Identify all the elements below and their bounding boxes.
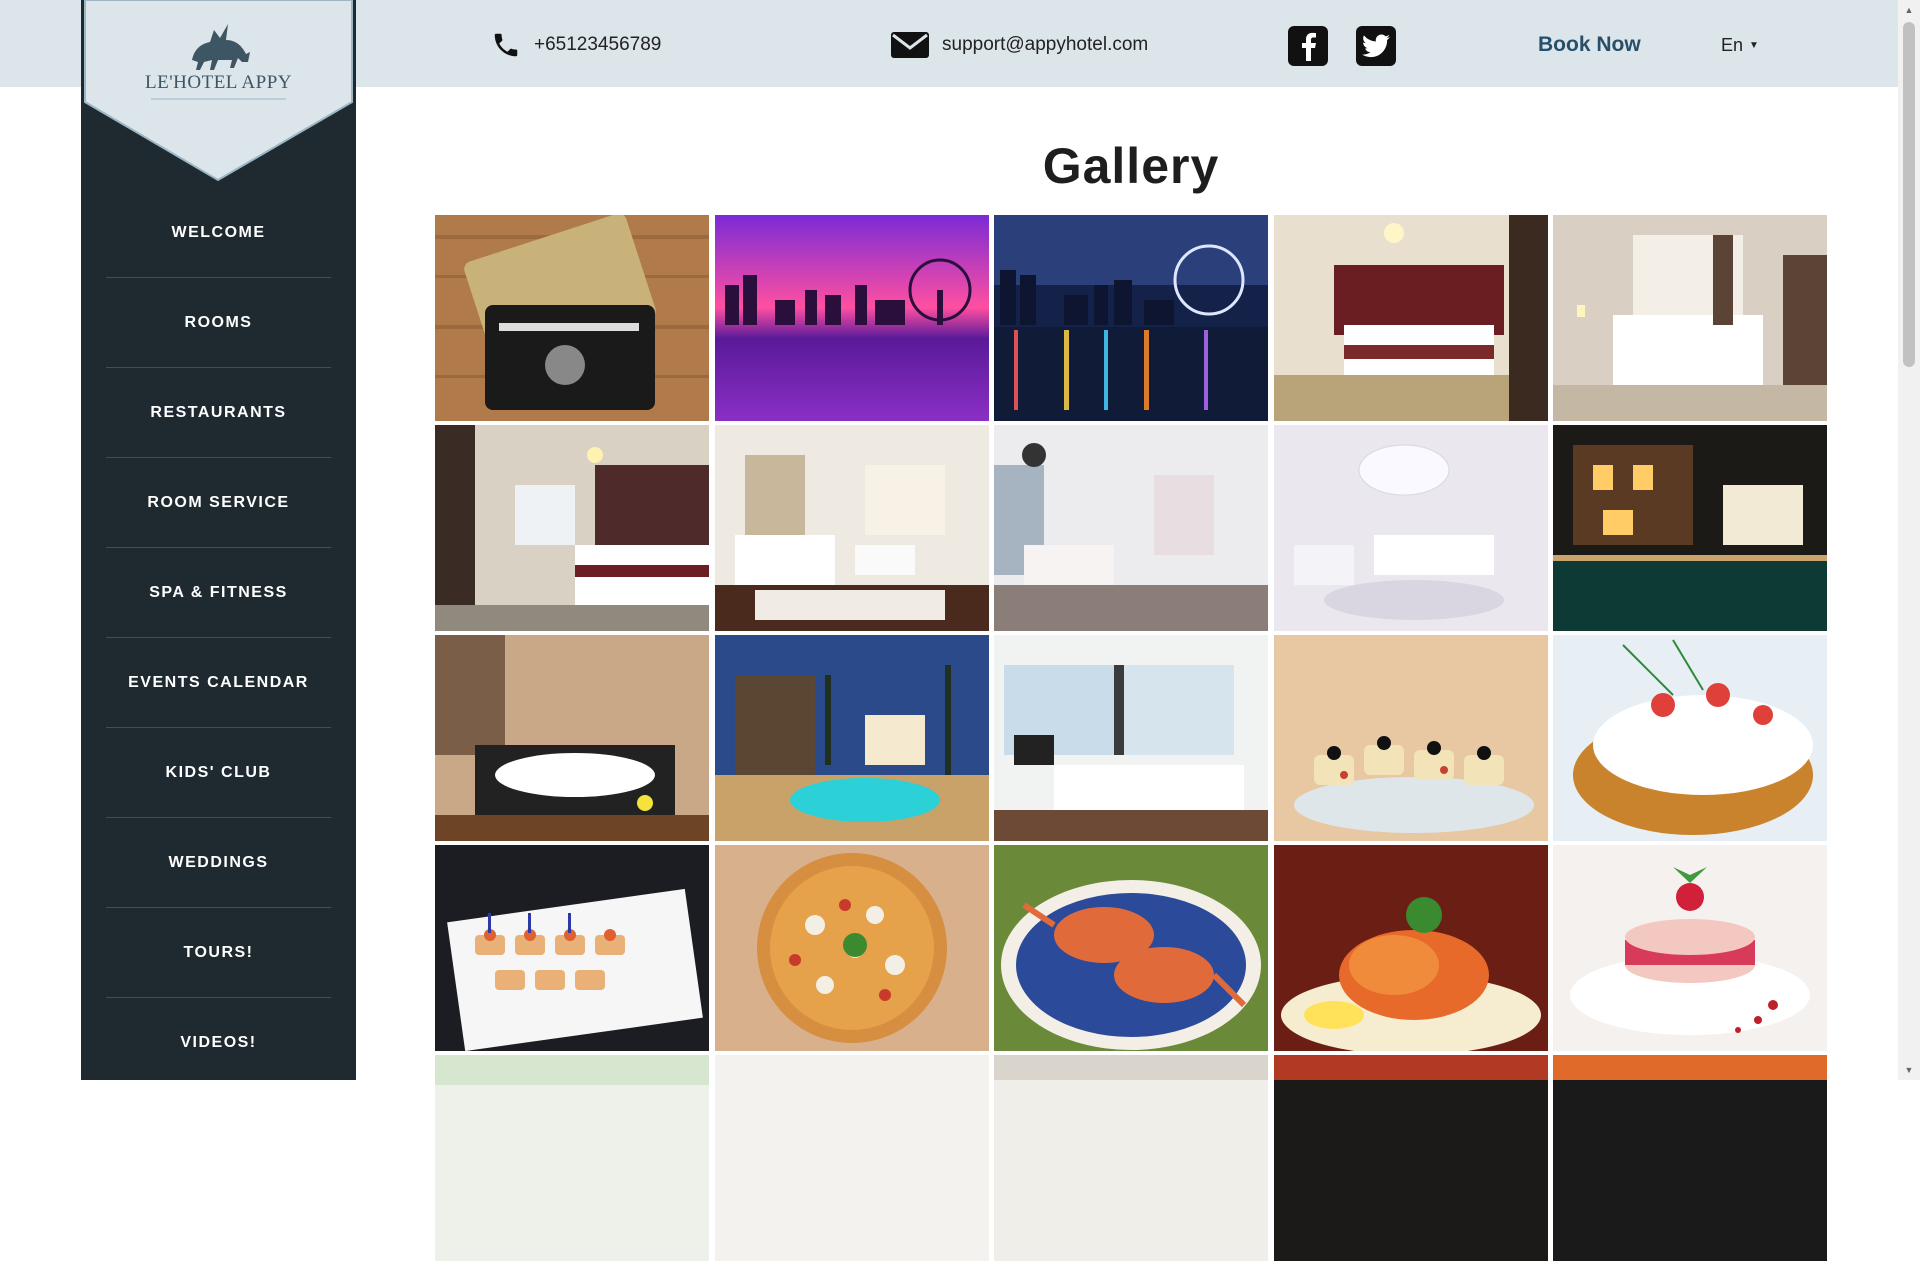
sidebar-item-label: TOURS!: [183, 944, 254, 961]
email-contact[interactable]: support@appyhotel.com: [890, 24, 1148, 66]
sidebar-item-welcome[interactable]: WELCOME: [81, 188, 356, 278]
sidebar-item-rooms[interactable]: ROOMS: [81, 278, 356, 368]
sidebar-item-room-service[interactable]: ROOM SERVICE: [81, 458, 356, 548]
sidebar-item-restaurants[interactable]: RESTAURANTS: [81, 368, 356, 458]
gallery-photo-credit-cards[interactable]: [435, 215, 709, 421]
sidebar-item-label: EVENTS CALENDAR: [128, 674, 309, 691]
facebook-icon[interactable]: [1288, 26, 1328, 66]
gallery-grid: [435, 215, 1827, 1261]
gallery-photo-image: [1273, 1055, 1548, 1261]
page-title: Gallery: [1042, 138, 1220, 194]
sidebar-item-weddings[interactable]: WEDDINGS: [81, 818, 356, 908]
gallery-photo-white-suite-chandelier[interactable]: [1273, 425, 1548, 631]
gallery-photo-image: [1553, 425, 1827, 631]
gallery-photo-image: [435, 845, 709, 1051]
phone-number: +65123456789: [534, 34, 662, 55]
gallery-photo-raspberry-macaron[interactable]: [1553, 845, 1827, 1051]
sidebar-item-label: ROOMS: [184, 314, 253, 331]
gallery-photo-hotel-room-red-headboard[interactable]: [1273, 215, 1548, 421]
gallery-photo-city-skyline-sunset[interactable]: [714, 215, 989, 421]
gallery-photo-partial-1[interactable]: [435, 1055, 709, 1261]
gallery-photo-jacuzzi-bathroom[interactable]: [435, 635, 709, 841]
logo-shield-icon: [81, 0, 356, 188]
sidebar-item-label: WELCOME: [171, 224, 266, 241]
gallery-photo-image: [994, 1055, 1268, 1261]
gallery-photo-image: [1273, 845, 1548, 1051]
gallery-photo-image: [1273, 635, 1548, 841]
main-content: Gallery: [435, 87, 1827, 1261]
gallery-photo-partial-4[interactable]: [1273, 1055, 1548, 1261]
sidebar-item-label: VIDEOS!: [180, 1034, 257, 1051]
sidebar-item-events-calendar[interactable]: EVENTS CALENDAR: [81, 638, 356, 728]
gallery-photo-image: [714, 425, 989, 631]
sidebar-item-label: RESTAURANTS: [150, 404, 287, 421]
language-label: En: [1721, 34, 1744, 55]
gallery-photo-blue-crabs[interactable]: [994, 845, 1268, 1051]
gallery-photo-image: [1553, 635, 1827, 841]
sidebar-item-label: ROOM SERVICE: [147, 494, 290, 511]
gallery-photo-sea-view-bedroom[interactable]: [994, 635, 1268, 841]
phone-icon: [490, 29, 522, 61]
gallery-photo-image: [1553, 1055, 1827, 1261]
sidebar-item-label: WEDDINGS: [168, 854, 269, 871]
gallery-photo-salmon-canapes[interactable]: [435, 845, 709, 1051]
gallery-photo-seafood-pizza[interactable]: [714, 845, 989, 1051]
gallery-photo-partial-2[interactable]: [714, 1055, 989, 1261]
gallery-photo-suite-open-plan[interactable]: [994, 425, 1268, 631]
gallery-photo-image: [714, 215, 989, 421]
mail-icon: [890, 29, 930, 61]
gallery-photo-partial-5[interactable]: [1553, 1055, 1827, 1261]
logo-panel[interactable]: LE'HOTEL APPY: [81, 0, 356, 190]
sidebar-item-label: SPA & FITNESS: [149, 584, 288, 601]
sidebar-item-kids-club[interactable]: KIDS' CLUB: [81, 728, 356, 818]
gallery-photo-image: [435, 425, 709, 631]
gallery-photo-city-skyline-night[interactable]: [994, 215, 1268, 421]
gallery-photo-image: [714, 1055, 989, 1261]
gallery-photo-image: [1273, 425, 1548, 631]
twitter-icon[interactable]: [1356, 26, 1396, 66]
gallery-photo-image: [994, 215, 1268, 421]
gallery-photo-prawns-dish[interactable]: [1273, 845, 1548, 1051]
gallery-photo-suite-living-area[interactable]: [714, 425, 989, 631]
scroll-down-icon[interactable]: ▼: [1898, 1060, 1920, 1080]
social-links: [1288, 25, 1424, 67]
gallery-photo-villa-pool-night[interactable]: [1553, 425, 1827, 631]
language-selector[interactable]: En ▼: [1721, 24, 1759, 66]
book-now-link[interactable]: Book Now: [1538, 24, 1641, 66]
gallery-photo-image: [994, 845, 1268, 1051]
email-address: support@appyhotel.com: [942, 34, 1149, 55]
gallery-photo-image: [994, 635, 1268, 841]
sidebar-nav: WELCOME ROOMS RESTAURANTS ROOM SERVICE S…: [81, 188, 356, 1088]
gallery-photo-canapes-olives[interactable]: [1273, 635, 1548, 841]
scroll-up-icon[interactable]: ▲: [1898, 0, 1920, 20]
brand-name: LE'HOTEL APPY: [145, 72, 292, 93]
gallery-photo-image: [994, 425, 1268, 631]
sidebar-item-spa-fitness[interactable]: SPA & FITNESS: [81, 548, 356, 638]
gallery-photo-twin-bed-room[interactable]: [435, 425, 709, 631]
gallery-photo-hotel-room-white[interactable]: [1553, 215, 1827, 421]
gallery-photo-image: [435, 1055, 709, 1261]
scrollbar-thumb[interactable]: [1903, 22, 1915, 367]
gallery-photo-image: [435, 635, 709, 841]
sidebar-item-tours[interactable]: TOURS!: [81, 908, 356, 998]
gallery-photo-image: [435, 215, 709, 421]
gallery-photo-image: [714, 635, 989, 841]
gallery-photo-image: [1553, 845, 1827, 1051]
gallery-photo-image: [714, 845, 989, 1051]
caret-down-icon: ▼: [1749, 39, 1759, 51]
gallery-photo-cheese-tomato-bread[interactable]: [1553, 635, 1827, 841]
gallery-photo-villa-pool-dusk[interactable]: [714, 635, 989, 841]
phone-contact[interactable]: +65123456789: [490, 24, 661, 66]
sidebar-item-videos[interactable]: VIDEOS!: [81, 998, 356, 1088]
page-scrollbar[interactable]: ▲ ▼: [1898, 0, 1920, 1080]
gallery-photo-image: [1553, 215, 1827, 421]
gallery-photo-image: [1273, 215, 1548, 421]
gallery-photo-partial-3[interactable]: [994, 1055, 1268, 1261]
sidebar-item-label: KIDS' CLUB: [165, 764, 272, 781]
